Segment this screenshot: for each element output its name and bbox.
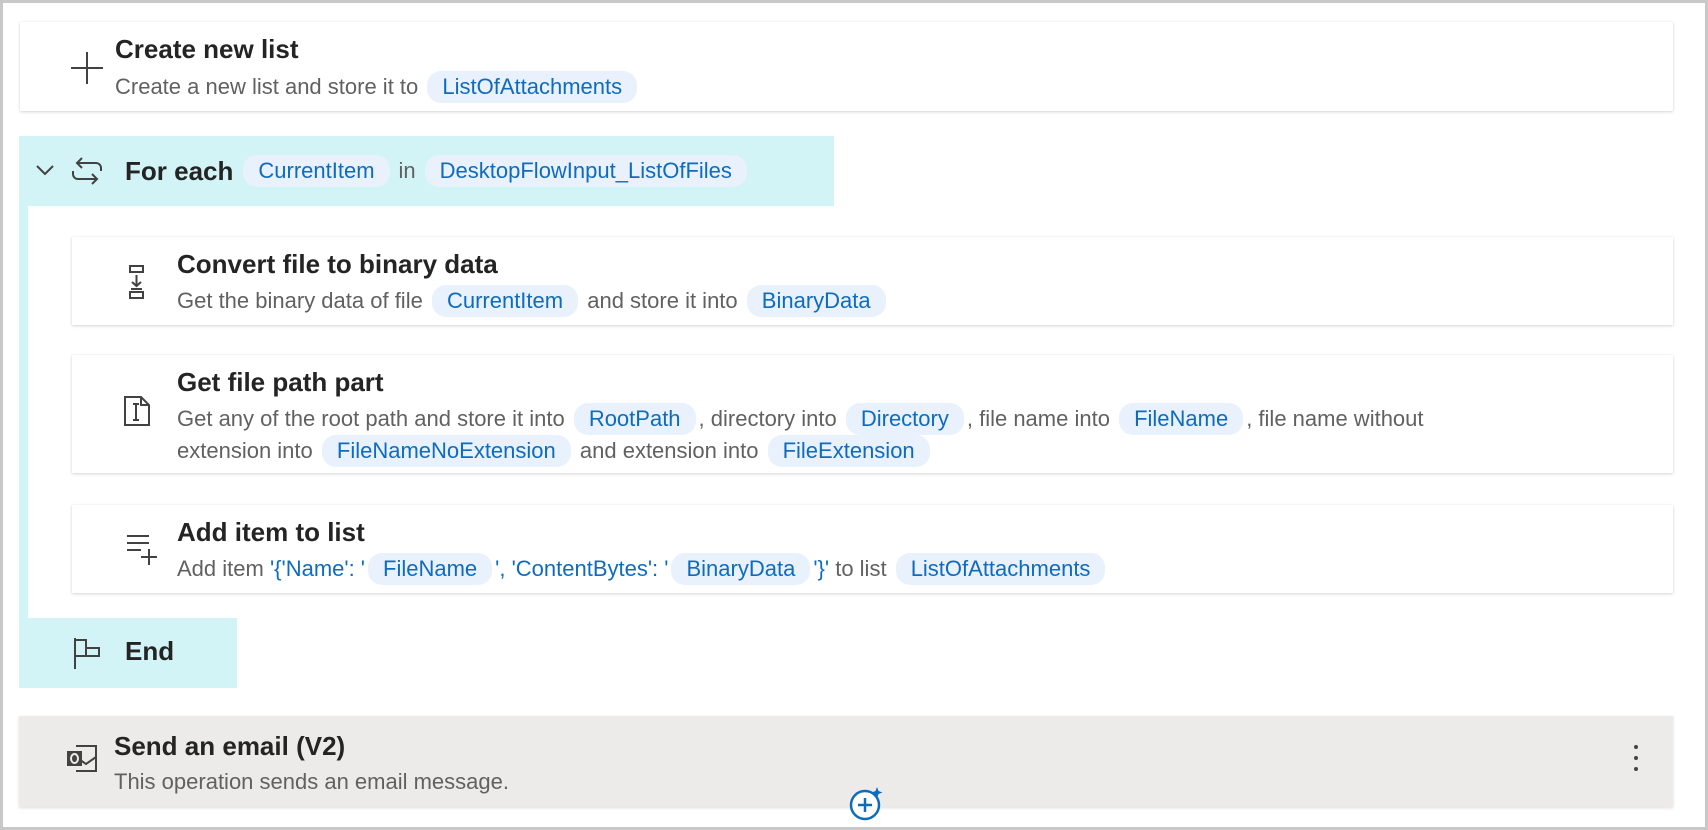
variable-token[interactable]: FileName [1119,403,1244,435]
desc-text: to list [835,556,887,581]
desc-text: and store it into [587,288,738,313]
variable-token[interactable]: FileName [368,553,493,585]
variable-token[interactable]: ListOfAttachments [427,71,638,103]
action-description: Get the binary data of file CurrentItem … [177,285,889,317]
action-description: Create a new list and store it to ListOf… [115,71,640,103]
flow-canvas: Create new list Create a new list and st… [0,0,1708,830]
variable-token[interactable]: BinaryData [671,553,811,585]
for-each-title: For each [125,155,234,186]
action-create-new-list[interactable]: Create new list Create a new list and st… [20,22,1673,111]
desc-text: Get any of the root path and store it in… [177,406,565,431]
binary-convert-icon [129,265,144,299]
end-title: End [125,636,175,666]
for-each-header[interactable]: For each CurrentItem in DesktopFlowInput_L… [19,136,834,206]
for-each-end[interactable]: End [19,618,237,688]
desc-text: , file name into [966,406,1110,431]
literal-text: '{'Name': ' [269,556,366,581]
variable-token[interactable]: CurrentItem [243,155,390,187]
action-title: Create new list [115,34,299,64]
variable-token[interactable]: Directory [845,403,964,435]
desc-text: Create a new list and store it to [115,74,419,99]
literal-text: ', 'ContentBytes': ' [495,556,669,581]
more-vertical-icon[interactable] [1633,745,1639,777]
literal-text: '}' [813,556,830,581]
action-title: Convert file to binary data [177,249,498,279]
desc-text: Add item [177,556,264,581]
for-each-expression: CurrentItem in DesktopFlowInput_ListOfFile… [240,155,750,187]
desc-text: and extension into [579,438,759,463]
action-get-file-path-part[interactable]: Get file path part Get any of the root p… [72,355,1673,473]
variable-token[interactable]: DesktopFlowInput_ListOfFiles [424,155,747,187]
flag-icon [74,638,100,669]
file-path-icon [124,396,150,426]
variable-token[interactable]: BinaryData [746,285,886,317]
variable-token[interactable]: FileExtension [767,435,930,467]
loop-icon [72,157,102,185]
action-send-email[interactable]: Send an email (V2) This operation sends … [19,716,1673,807]
desc-text: extension into [177,438,313,463]
variable-token[interactable]: ListOfAttachments [895,553,1106,585]
action-add-item-to-list[interactable]: Add item to list Add item '{'Name': ' Fil… [72,505,1673,593]
action-description: This operation sends an email message. [114,769,509,794]
action-description: Add item '{'Name': ' FileName ', 'ContentB… [177,553,1108,585]
action-description-line-1: Get any of the root path and store it in… [177,403,1424,435]
variable-token[interactable]: CurrentItem [431,285,579,317]
action-title: Send an email (V2) [114,731,346,761]
add-to-list-icon [127,535,157,565]
action-convert-file-to-binary[interactable]: Convert file to binary data Get the bina… [72,237,1673,325]
plus-icon [71,52,103,84]
for-each-rail [19,206,28,618]
desc-text: Get the binary data of file [177,288,423,313]
action-title: Get file path part [177,367,384,397]
chevron-down-icon[interactable] [35,160,55,180]
outlook-icon [67,745,97,772]
in-keyword: in [398,158,416,183]
variable-token[interactable]: RootPath [573,403,696,435]
desc-text: , file name without [1246,406,1424,431]
desc-text: , directory into [698,406,837,431]
action-description-line-2: extension into FileNameNoExtension and e… [177,435,933,467]
variable-token[interactable]: FileNameNoExtension [321,435,571,467]
action-title: Add item to list [177,517,365,547]
copilot-add-icon[interactable] [848,786,884,822]
